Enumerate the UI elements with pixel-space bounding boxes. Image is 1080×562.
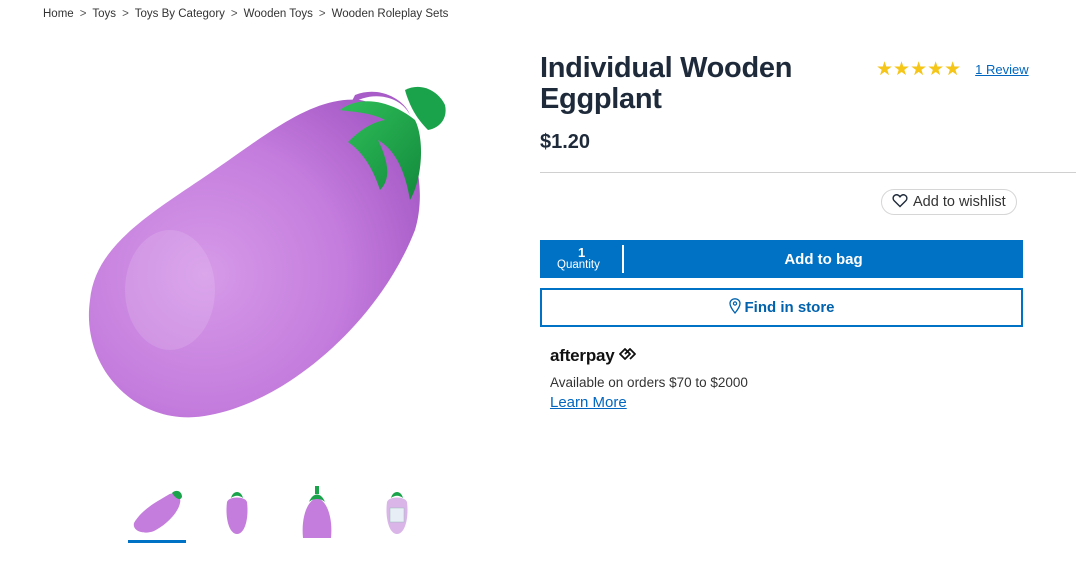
thumbnail-1[interactable]	[128, 480, 186, 543]
product-main-image[interactable]	[60, 70, 480, 450]
quantity-value: 1	[578, 245, 586, 260]
breadcrumb: Home > Toys > Toys By Category > Wooden …	[43, 8, 448, 20]
star-rating: ★★★★★	[876, 59, 962, 80]
heart-icon	[892, 193, 908, 212]
map-pin-icon	[728, 297, 741, 318]
wishlist-label: Add to wishlist	[913, 194, 1006, 210]
add-to-wishlist-button[interactable]: Add to wishlist	[881, 189, 1017, 215]
breadcrumb-home[interactable]: Home	[43, 8, 74, 20]
afterpay-logo: afterpay	[550, 346, 748, 366]
add-to-bag-button[interactable]: Add to bag	[624, 251, 1023, 268]
thumbnail-strip	[128, 480, 448, 543]
add-to-bag-bar: 1 Quantity Add to bag	[540, 240, 1023, 278]
afterpay-section: afterpay Available on orders $70 to $200…	[550, 346, 748, 412]
learn-more-link[interactable]: Learn More	[550, 394, 627, 411]
breadcrumb-separator: >	[318, 8, 326, 20]
breadcrumb-toys[interactable]: Toys	[92, 8, 116, 20]
product-price: $1.20	[540, 131, 591, 153]
thumbnail-2[interactable]	[208, 480, 266, 540]
breadcrumb-separator: >	[79, 8, 87, 20]
find-in-store-label: Find in store	[744, 299, 835, 316]
product-title: Individual Wooden Eggplant	[540, 52, 793, 115]
breadcrumb-toys-by-category[interactable]: Toys By Category	[135, 8, 225, 20]
thumbnail-3[interactable]	[288, 480, 346, 540]
breadcrumb-separator: >	[122, 8, 129, 20]
product-rating: ★★★★★ 1 Review	[876, 58, 1029, 81]
quantity-selector[interactable]: 1 Quantity	[540, 240, 622, 278]
breadcrumb-separator: >	[230, 8, 238, 20]
quantity-label: Quantity	[557, 259, 600, 271]
breadcrumb-wooden-toys[interactable]: Wooden Toys	[244, 8, 313, 20]
breadcrumb-wooden-roleplay-sets[interactable]: Wooden Roleplay Sets	[332, 8, 449, 20]
afterpay-wordmark: afterpay	[550, 346, 615, 365]
afterpay-arrows-icon	[617, 346, 637, 366]
divider	[540, 172, 1076, 173]
reviews-link[interactable]: 1 Review	[975, 62, 1028, 77]
thumbnail-4[interactable]	[368, 480, 426, 540]
afterpay-description: Available on orders $70 to $2000	[550, 375, 748, 390]
find-in-store-button[interactable]: Find in store	[540, 288, 1023, 327]
